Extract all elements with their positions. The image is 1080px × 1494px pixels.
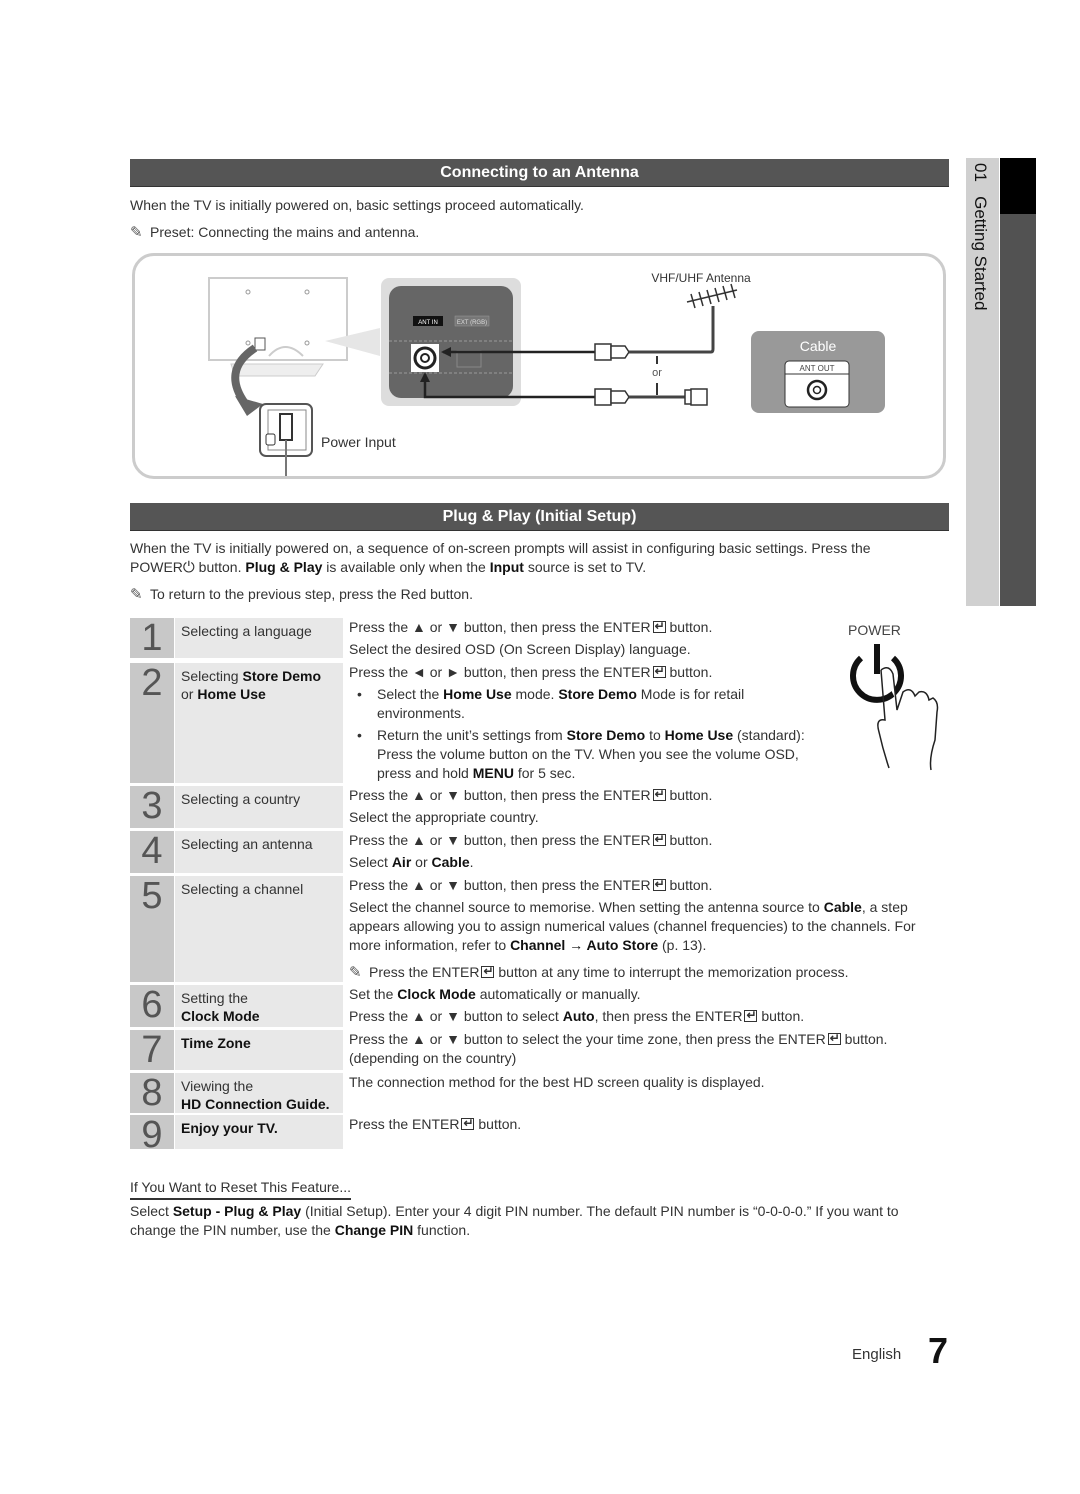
section-header-plug-play: Plug & Play (Initial Setup) (130, 503, 949, 531)
enter-icon (652, 617, 666, 636)
step-description: Press the ▲ or ▼ button, then press the … (349, 875, 939, 982)
enter-icon (481, 962, 495, 981)
step-number: 1 (130, 618, 174, 658)
step-title: Selecting an antenna (175, 831, 343, 873)
step-description: Press the ▲ or ▼ button to select the yo… (349, 1029, 949, 1068)
ext-rgb-label: EXT (RGB) (457, 320, 487, 326)
step-title: Viewing the HD Connection Guide. (175, 1073, 343, 1113)
step-title: Enjoy your TV. (175, 1115, 343, 1149)
enter-icon (827, 1029, 841, 1048)
step-title: Selecting Store Demo or Home Use (175, 663, 343, 783)
step-number: 5 (130, 876, 174, 982)
step-title: Selecting a country (175, 786, 343, 828)
enter-icon (744, 1006, 758, 1025)
antenna-icon (686, 283, 738, 309)
chapter-number: 01 (971, 163, 990, 182)
antenna-label: VHF/UHF Antenna (651, 271, 751, 285)
step-title: Time Zone (175, 1030, 343, 1070)
enter-icon (652, 830, 666, 849)
step-description: Set the Clock Mode automatically or manu… (349, 985, 949, 1026)
chapter-tab-bar (1000, 158, 1036, 606)
enter-icon (461, 1114, 475, 1133)
plug-play-note: ✎ To return to the previous step, press t… (130, 586, 473, 603)
step-description: Press the ◄ or ► button, then press the … (349, 662, 819, 783)
plug-play-intro: When the TV is initially powered on, a s… (130, 540, 871, 576)
or-label: or (652, 367, 662, 379)
enter-icon (652, 785, 666, 804)
enter-icon (652, 662, 666, 681)
cable-label: Cable (800, 338, 837, 354)
step-description: Press the ▲ or ▼ button, then press the … (349, 617, 949, 659)
step-number: 8 (130, 1073, 174, 1113)
pencil-note-icon: ✎ (349, 964, 362, 981)
power-input-label: Power Input (321, 434, 396, 450)
enter-icon (652, 875, 666, 894)
pencil-note-icon: ✎ (130, 224, 143, 241)
pencil-note-icon: ✎ (130, 586, 143, 603)
step-description: The connection method for the best HD sc… (349, 1074, 765, 1090)
antenna-connection-diagram: ANT IN EXT (RGB) or VHF/UHF Antenna Cabl… (132, 253, 946, 479)
bullet-item: Return the unit’s settings from Store De… (349, 726, 819, 783)
step-number: 9 (130, 1115, 174, 1155)
step-number: 2 (130, 663, 174, 783)
connection-illustration: ANT IN EXT (RGB) or VHF/UHF Antenna Cabl… (208, 271, 885, 476)
antenna-note: ✎ Preset: Connecting the mains and antenn… (130, 223, 419, 242)
ant-in-label: ANT IN (418, 320, 438, 326)
footer-language: English (852, 1346, 902, 1363)
step-number: 7 (130, 1030, 174, 1070)
chapter-title: Getting Started (971, 196, 990, 311)
reset-heading: If You Want to Reset This Feature... (130, 1178, 352, 1200)
step-title: Selecting a language (175, 618, 343, 658)
step-number: 4 (130, 831, 174, 873)
ant-out-label: ANT OUT (800, 364, 835, 373)
section-header-antenna: Connecting to an Antenna (130, 159, 949, 187)
step-description: Press the ENTER button. (349, 1114, 949, 1134)
page-number: 7 (928, 1330, 949, 1371)
step-title: Setting the Clock Mode (175, 985, 343, 1027)
step-description: Press the ▲ or ▼ button, then press the … (349, 830, 949, 872)
power-icon: ⏻ (182, 559, 195, 576)
reset-text: Select Setup - Plug & Play (Initial Setu… (130, 1203, 899, 1238)
step-number: 3 (130, 786, 174, 828)
coax-connector-icon (594, 343, 612, 361)
power-button-hand-icon (850, 644, 939, 771)
antenna-intro: When the TV is initially powered on, bas… (130, 197, 584, 213)
antenna-note-text: Preset: Connecting the mains and antenna… (150, 224, 420, 240)
chapter-tab-label: 01 Getting Started (970, 163, 990, 310)
step-title: Selecting a channel (175, 876, 343, 982)
bullet-item: Select the Home Use mode. Store Demo Mod… (349, 685, 819, 723)
step-description: Press the ▲ or ▼ button, then press the … (349, 785, 949, 827)
step-number: 6 (130, 985, 174, 1027)
chapter-tab-marker (1000, 158, 1036, 214)
